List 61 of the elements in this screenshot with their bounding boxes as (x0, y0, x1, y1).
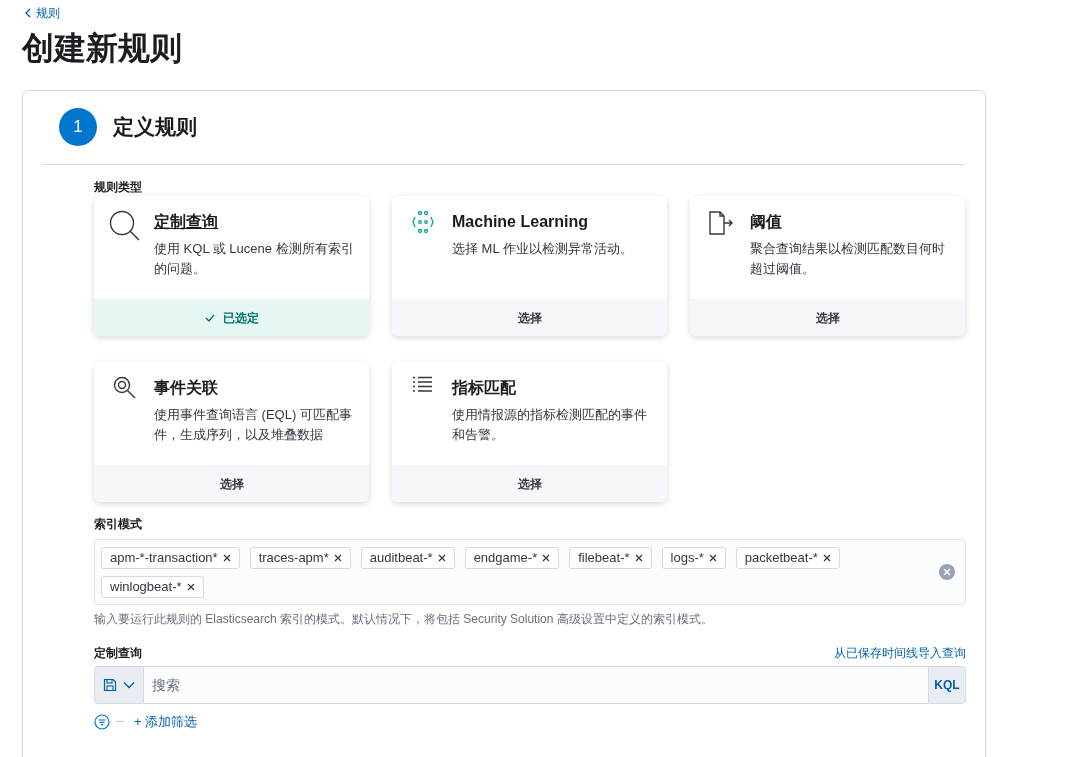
index-pattern-tag[interactable]: traces-apm* (249, 546, 351, 569)
close-icon[interactable] (822, 553, 831, 562)
import-query-link[interactable]: 从已保存时间线导入查询 (834, 644, 966, 662)
card-description: 使用事件查询语言 (EQL) 可匹配事件，生成序列，以及堆叠数据 (154, 406, 353, 444)
search-field[interactable]: 搜索 (144, 666, 928, 704)
card-description: 聚合查询结果以检测匹配数目何时超过阈值。 (750, 240, 946, 278)
card-title: 阈值 (750, 212, 783, 232)
machine-learning-icon (411, 210, 435, 234)
index-pattern-tag[interactable]: packetbeat-* (735, 546, 840, 569)
save-icon (103, 678, 117, 692)
card-title: 定制查询 (154, 212, 219, 232)
help-text: 输入要运行此规则的 Elasticsearch 索引的模式。默认情况下，将包括 Security Solution 高级设置中定义的索引模式。 (94, 611, 714, 627)
index-pattern-tag[interactable]: filebeat-* (569, 546, 652, 569)
rule-type-card[interactable]: 事件关联 使用事件查询语言 (EQL) 可匹配事件，生成序列，以及堆叠数据 选择 (94, 362, 369, 502)
list-icon (413, 376, 433, 392)
index-pattern-tag[interactable]: auditbeat-* (360, 546, 455, 569)
close-icon[interactable] (634, 553, 643, 562)
index-pattern-tag[interactable]: apm-*-transaction* (101, 546, 240, 569)
document-arrow-icon (708, 210, 734, 236)
select-button[interactable]: 选择 (392, 465, 667, 502)
rule-type-card[interactable]: 定制查询 使用 KQL 或 Lucene 检测所有索引的问题。 已选定 (94, 196, 369, 336)
search-icon (109, 210, 141, 242)
select-button[interactable]: 选择 (94, 465, 369, 502)
index-pattern-tag[interactable]: endgame-* (464, 546, 560, 569)
close-icon[interactable] (542, 553, 551, 562)
select-button[interactable]: 选择 (690, 299, 965, 336)
index-pattern-tag[interactable]: winlogbeat-* (101, 575, 204, 598)
step-title: 定义规则 (113, 114, 197, 141)
select-button[interactable]: 选择 (392, 299, 667, 336)
selected-button[interactable]: 已选定 (94, 299, 369, 336)
step-number-badge: 1 (59, 108, 97, 146)
clear-icon[interactable] (939, 564, 955, 580)
rule-type-card[interactable]: 指标匹配 使用情报源的指标检测匹配的事件和告警。 选择 (392, 362, 667, 502)
field-label: 定制查询 (94, 645, 142, 662)
back-link[interactable]: 规则 (24, 4, 60, 22)
card-title: 事件关联 (154, 378, 219, 398)
close-icon[interactable] (437, 553, 446, 562)
chevron-left-icon (24, 8, 32, 18)
rule-type-card[interactable]: Machine Learning 选择 ML 作业以检测异常活动。 选择 (392, 196, 667, 336)
check-icon (204, 313, 215, 322)
card-title: Machine Learning (452, 212, 590, 232)
page-title: 创建新规则 (22, 29, 182, 68)
close-icon[interactable] (222, 553, 231, 562)
filter-icon[interactable] (94, 713, 110, 730)
chevron-down-icon (123, 681, 135, 689)
saved-query-button[interactable] (94, 666, 144, 704)
magnifier-icon (113, 376, 137, 400)
field-label: 索引模式 (94, 516, 143, 533)
add-filter-button[interactable]: + 添加筛选 (134, 712, 198, 732)
card-description: 使用情报源的指标检测匹配的事件和告警。 (452, 406, 648, 444)
card-description: 选择 ML 作业以检测异常活动。 (452, 240, 634, 258)
field-label: 规则类型 (94, 180, 143, 194)
language-button[interactable]: KQL (928, 666, 966, 704)
close-icon[interactable] (186, 582, 195, 591)
close-icon[interactable] (333, 553, 342, 562)
card-title: 指标匹配 (452, 378, 517, 398)
index-pattern-combobox[interactable]: apm-*-transaction* traces-apm* auditbeat-* endgame-* filebeat-* logs-* packetbeat-* winlogbeat-* (94, 539, 966, 605)
index-pattern-tag[interactable]: logs-* (661, 546, 726, 569)
close-icon[interactable] (708, 553, 717, 562)
rule-type-card[interactable]: 阈值 聚合查询结果以检测匹配数目何时超过阈值。 选择 (690, 196, 965, 336)
card-description: 使用 KQL 或 Lucene 检测所有索引的问题。 (154, 240, 355, 278)
